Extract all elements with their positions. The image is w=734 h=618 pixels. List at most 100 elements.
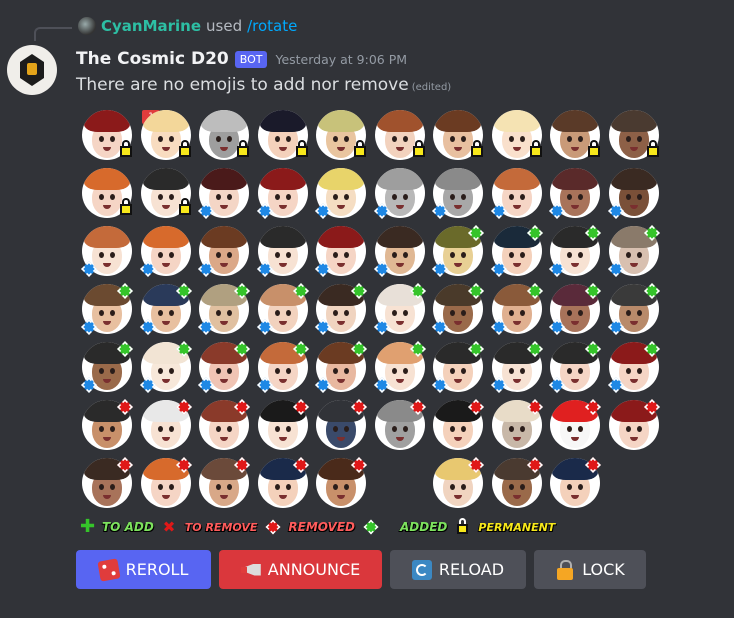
emoji-item[interactable] [82, 110, 132, 160]
bot-name[interactable]: The Cosmic D20 [76, 49, 229, 69]
emoji-item[interactable] [199, 110, 249, 160]
emoji-item[interactable] [550, 457, 601, 508]
emoji-item[interactable] [433, 399, 484, 450]
announce-label: ANNOUNCE [267, 560, 361, 579]
permanent-lock-icon [471, 140, 483, 158]
emoji-item[interactable] [316, 457, 367, 508]
emoji-item[interactable] [140, 110, 191, 160]
emoji-item[interactable] [198, 341, 250, 393]
permanent-lock-icon [412, 140, 425, 158]
emoji-item[interactable] [198, 168, 249, 219]
plus-icon: ✚ [80, 516, 96, 537]
emoji-item[interactable] [81, 341, 133, 393]
emoji-item[interactable] [491, 110, 542, 160]
emoji-item[interactable] [198, 226, 249, 277]
legend-added: ADDED [400, 520, 448, 534]
emoji-item[interactable] [82, 399, 133, 450]
emoji-item[interactable] [82, 168, 132, 218]
emoji-item[interactable] [432, 341, 484, 393]
emoji-item[interactable] [374, 110, 425, 160]
emoji-item[interactable] [199, 457, 250, 508]
emoji-item[interactable] [432, 168, 483, 219]
emoji-item[interactable] [316, 399, 367, 450]
emoji-item[interactable] [140, 168, 191, 218]
emoji-item[interactable] [490, 168, 542, 219]
emoji-item[interactable] [256, 341, 309, 393]
emoji-item[interactable] [490, 283, 543, 335]
emoji-item[interactable] [433, 457, 484, 508]
lock-button[interactable]: LOCK [534, 550, 646, 589]
reply-context[interactable]: CyanMarine used /rotate [78, 17, 297, 35]
emoji-item[interactable] [549, 283, 601, 335]
emoji-item[interactable] [257, 457, 309, 508]
emoji-item[interactable] [607, 168, 659, 219]
emoji-item[interactable] [373, 283, 426, 335]
emoji-item[interactable] [550, 399, 601, 450]
emoji-item[interactable] [257, 399, 309, 450]
reload-button[interactable]: RELOAD [390, 550, 526, 589]
emoji-item[interactable] [315, 341, 367, 393]
reroll-button[interactable]: REROLL [76, 550, 211, 589]
emoji-item[interactable] [256, 283, 309, 335]
emoji-item[interactable] [491, 399, 543, 450]
x-icon: ✖ [162, 518, 176, 536]
emoji-item[interactable] [607, 283, 660, 335]
emoji-item[interactable] [315, 283, 367, 335]
emoji-item[interactable] [373, 226, 425, 277]
emoji-item[interactable] [257, 110, 308, 160]
emoji-item[interactable] [315, 226, 366, 277]
emoji-item[interactable] [81, 226, 132, 277]
reply-used-text: used [206, 17, 243, 35]
reload-label: RELOAD [438, 560, 505, 579]
emoji-item[interactable] [81, 283, 133, 335]
emoji-item[interactable] [315, 168, 366, 219]
bot-avatar[interactable] [7, 45, 57, 95]
lock-label: LOCK [582, 560, 625, 579]
emoji-item[interactable] [139, 341, 192, 393]
emoji-item[interactable] [373, 168, 425, 219]
emoji-item[interactable] [549, 225, 601, 277]
red-diamond-icon [265, 519, 281, 535]
lock-icon [456, 518, 470, 534]
legend-to-remove: TO REMOVE [184, 520, 258, 534]
permanent-lock-icon [178, 198, 191, 216]
emoji-item[interactable] [140, 399, 192, 450]
message-timestamp[interactable]: Yesterday at 9:06 PM [275, 52, 407, 67]
emoji-item[interactable] [316, 110, 366, 160]
emoji-item[interactable] [549, 168, 600, 219]
slash-command-link[interactable]: /rotate [247, 17, 297, 35]
emoji-item[interactable] [374, 399, 426, 450]
emoji-item[interactable] [608, 110, 659, 160]
emoji-item[interactable] [198, 283, 250, 335]
emoji-item[interactable] [256, 168, 308, 219]
emoji-item[interactable] [490, 225, 543, 277]
legend-to-add: TO ADD [102, 520, 154, 534]
emoji-item[interactable] [490, 341, 543, 393]
permanent-lock-icon [646, 140, 659, 158]
emoji-item[interactable] [549, 341, 601, 393]
replied-username[interactable]: CyanMarine [101, 17, 201, 35]
green-diamond-icon [363, 519, 379, 535]
emoji-item[interactable] [491, 457, 543, 508]
emoji-item[interactable] [432, 225, 484, 277]
emoji-item[interactable] [199, 399, 250, 450]
emoji-item[interactable] [607, 225, 660, 277]
permanent-lock-icon [354, 140, 366, 158]
emoji-item[interactable] [608, 399, 660, 450]
action-buttons: REROLL ANNOUNCE RELOAD LOCK [76, 550, 654, 589]
emoji-item[interactable] [82, 457, 133, 508]
edited-label: (edited) [411, 82, 452, 93]
emoji-item[interactable] [373, 341, 426, 393]
emoji-item[interactable] [139, 226, 191, 277]
emoji-item[interactable] [550, 110, 600, 160]
emoji-item[interactable] [607, 341, 660, 393]
dice-icon [97, 557, 121, 582]
emoji-item[interactable] [256, 226, 308, 277]
emoji-item[interactable] [139, 283, 192, 335]
announce-button[interactable]: ANNOUNCE [219, 550, 382, 589]
emoji-item[interactable] [432, 283, 484, 335]
emoji-item[interactable] [140, 457, 192, 508]
permanent-lock-icon [529, 140, 542, 158]
replied-user-avatar[interactable] [78, 17, 96, 35]
emoji-item[interactable] [433, 110, 483, 160]
